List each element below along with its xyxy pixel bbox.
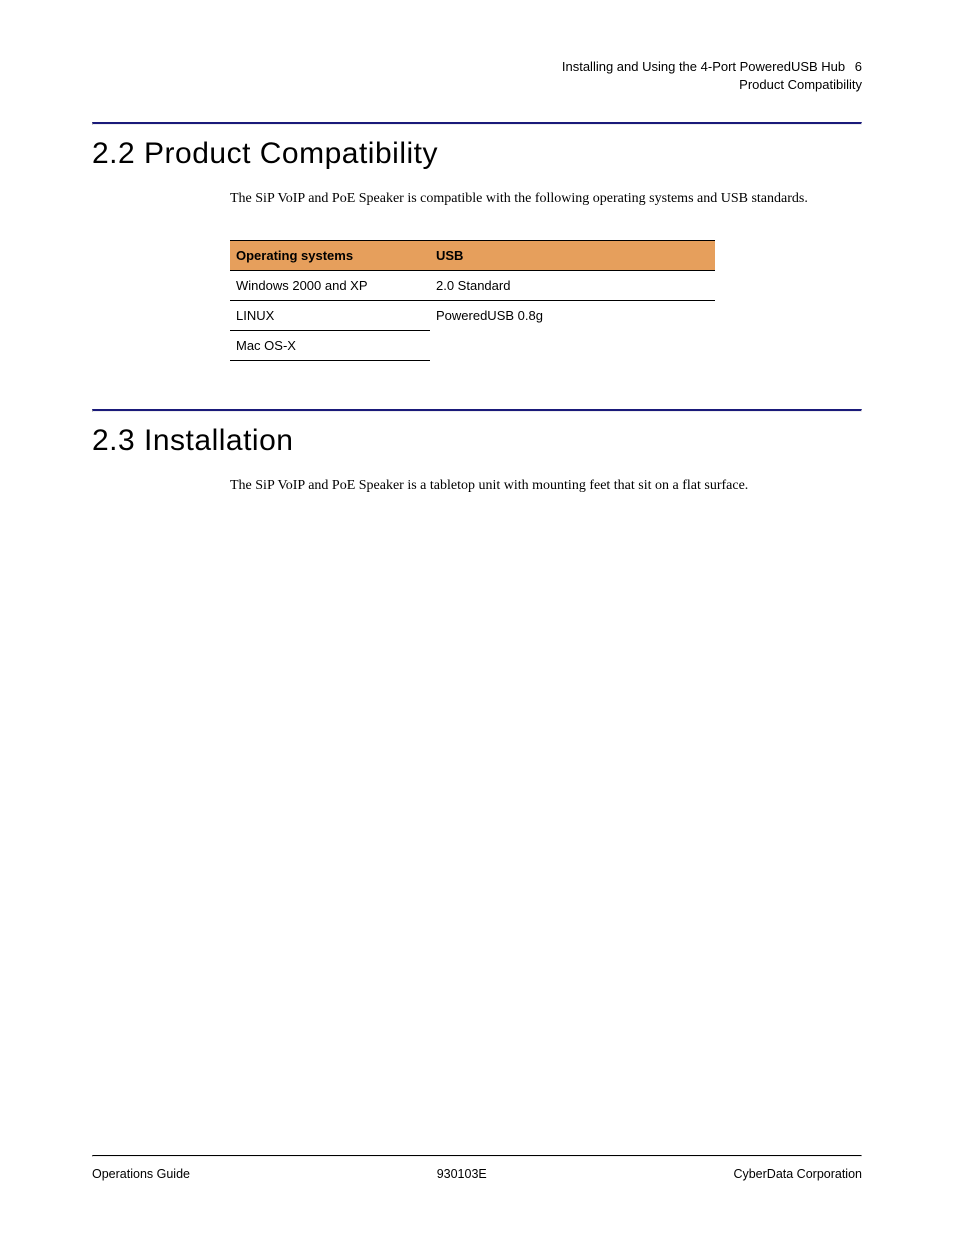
footer-center: 930103E (437, 1167, 487, 1181)
installation-intro-text: The SiP VoIP and PoE Speaker is a tablet… (230, 476, 862, 496)
footer-divider (92, 1155, 862, 1157)
table-header-os: Operating systems (230, 240, 430, 270)
section-divider (92, 409, 862, 412)
footer-left: Operations Guide (92, 1167, 190, 1181)
compatibility-table: Operating systems USB Windows 2000 and X… (230, 240, 715, 361)
footer-right: CyberData Corporation (733, 1167, 862, 1181)
table-cell: Mac OS-X (230, 330, 430, 360)
header-section-title: Product Compatibility (92, 76, 862, 94)
table-row: Windows 2000 and XP 2.0 Standard (230, 270, 715, 300)
page-footer: Operations Guide 930103E CyberData Corpo… (92, 1167, 862, 1181)
table-header-usb: USB (430, 240, 715, 270)
table-cell: LINUX (230, 300, 430, 330)
table-cell: Windows 2000 and XP (230, 270, 430, 300)
header-page-number: 6 (855, 59, 862, 74)
page-header: Installing and Using the 4-Port PoweredU… (92, 58, 862, 94)
section-heading-compatibility: 2.2 Product Compatibility (92, 137, 862, 171)
compatibility-intro-text: The SiP VoIP and PoE Speaker is compatib… (230, 189, 862, 209)
section-heading-installation: 2.3 Installation (92, 424, 862, 458)
table-cell (430, 330, 715, 360)
table-cell: 2.0 Standard (430, 270, 715, 300)
table-cell: PoweredUSB 0.8g (430, 300, 715, 330)
table-row: LINUX PoweredUSB 0.8g (230, 300, 715, 330)
header-chapter-title: Installing and Using the 4-Port PoweredU… (562, 59, 845, 74)
table-row: Mac OS-X (230, 330, 715, 360)
section-divider (92, 122, 862, 125)
